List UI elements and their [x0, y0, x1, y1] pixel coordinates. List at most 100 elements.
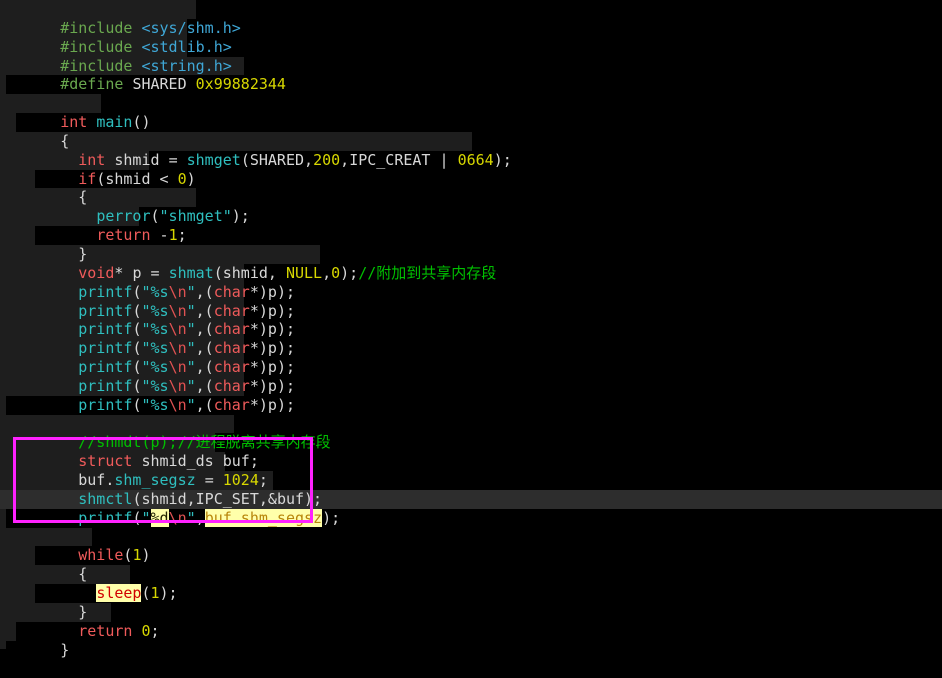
token-keyword: char: [213, 376, 250, 395]
line-text: return 0;: [54, 622, 159, 641]
line-text: if(shmid < 0): [54, 170, 195, 189]
line-text: while(1): [54, 546, 150, 565]
token-number: 0664: [457, 150, 494, 169]
token-punctuation: );: [493, 150, 512, 169]
token-preprocessor: #include: [60, 18, 133, 37]
token-keyword: char: [213, 320, 250, 339]
line-text: struct shmid_ds buf;: [54, 452, 259, 471]
line-text: {: [54, 565, 87, 584]
token-keyword: while: [78, 546, 124, 565]
code-line[interactable]: int shmid = shmget(SHARED,200,IPC_CREAT …: [0, 131, 942, 169]
line-text: printf("%s\n",(char*)p);: [54, 320, 295, 339]
token-punctuation: );: [304, 489, 323, 508]
code-line[interactable]: int main(): [0, 94, 942, 131]
token-identifier: buf: [276, 489, 305, 508]
token-operator: *: [249, 395, 259, 414]
code-line[interactable]: void* p = shmat(shmid, NULL,0);//附加到共享内存…: [0, 244, 942, 282]
token-comment: //shmdt(p);//进程脱离共享内存段: [78, 433, 331, 452]
search-match-function: sleep: [96, 584, 142, 603]
code-line[interactable]: //shmdt(p);//进程脱离共享内存段: [0, 414, 942, 451]
line-text: int shmid = shmget(SHARED,200,IPC_CREAT …: [54, 151, 512, 170]
code-lines-container[interactable]: #include <sys/shm.h> #include <stdlib.h>…: [0, 0, 942, 659]
token-number: 1: [150, 584, 160, 603]
token-punctuation: );: [276, 358, 295, 377]
line-background: [0, 131, 472, 151]
token-punctuation: ): [258, 358, 268, 377]
token-number: 0x99882344: [195, 75, 286, 94]
token-punctuation: ;: [177, 226, 187, 245]
line-background: [0, 94, 101, 114]
token-identifier: shmid: [114, 150, 160, 169]
token-punctuation: ): [258, 282, 268, 301]
token-keyword: int: [60, 113, 88, 132]
code-line[interactable]: #include <sys/shm.h>: [0, 0, 942, 37]
code-editor[interactable]: #include <sys/shm.h> #include <stdlib.h>…: [0, 0, 942, 659]
code-line[interactable]: return 0;: [0, 603, 942, 640]
line-text: sleep(1);: [54, 584, 178, 603]
token-escape: \n: [168, 301, 187, 320]
token-string: "%s\n": [141, 301, 196, 320]
token-punctuation: ,(: [195, 376, 214, 395]
token-punctuation: ,&: [258, 489, 277, 508]
line-text: [54, 415, 69, 434]
token-number: 1: [168, 226, 178, 245]
token-punctuation: ,(: [195, 358, 214, 377]
line-text: #include <stdlib.h>: [54, 38, 232, 57]
token-punctuation: ): [258, 339, 268, 358]
token-function: shmget: [186, 150, 241, 169]
token-identifier: p: [267, 339, 277, 358]
token-operator: =: [150, 263, 160, 282]
token-brace: }: [78, 244, 88, 263]
line-background: [0, 395, 6, 415]
token-punctuation: );: [276, 395, 295, 414]
line-text: }: [54, 603, 87, 622]
token-string: "%d\n": [141, 508, 196, 527]
token-header: <string.h>: [141, 56, 232, 75]
token-punctuation: ): [186, 169, 196, 188]
token-punctuation: (: [141, 584, 151, 603]
token-punctuation: (): [132, 113, 151, 132]
line-background: [0, 169, 35, 189]
token-function: printf: [78, 282, 133, 301]
token-keyword: struct: [78, 452, 133, 471]
line-text: [54, 528, 69, 547]
line-text: printf("%s\n",(char*)p);: [54, 302, 295, 321]
token-string: "shmget": [159, 207, 232, 226]
line-text: printf("%s\n",(char*)p);: [54, 396, 295, 415]
token-operator: *: [249, 320, 259, 339]
token-punctuation: );: [276, 339, 295, 358]
token-number: 1024: [222, 471, 259, 490]
token-keyword: return: [78, 621, 133, 640]
token-punctuation: ,: [322, 263, 332, 282]
token-operator: <: [159, 169, 169, 188]
line-text: perror("shmget");: [54, 207, 250, 226]
line-text: }: [54, 641, 69, 660]
search-match-format: %d: [150, 508, 169, 527]
token-operator: *: [249, 376, 259, 395]
search-match-identifier: buf.shm_segsz: [204, 508, 323, 527]
token-identifier: p: [132, 263, 142, 282]
token-identifier: shmid: [141, 489, 187, 508]
line-background: [0, 113, 16, 132]
token-brace: {: [78, 188, 88, 207]
token-escape: \n: [168, 376, 187, 395]
token-function: printf: [78, 508, 133, 527]
token-punctuation: ;: [258, 471, 268, 490]
token-macro-name: SHARED: [132, 75, 187, 94]
token-operator: *: [249, 358, 259, 377]
token-punctuation: );: [159, 584, 178, 603]
token-punctuation: );: [231, 207, 250, 226]
token-preprocessor: #include: [60, 56, 133, 75]
token-string: "%s\n": [141, 395, 196, 414]
line-background: [0, 414, 234, 434]
token-punctuation: );: [276, 376, 295, 395]
code-line[interactable]: while(1): [0, 527, 942, 564]
line-text: }: [54, 245, 87, 264]
token-function: shmctl: [78, 489, 133, 508]
code-line[interactable]: perror("shmget");: [0, 188, 942, 225]
line-background: [0, 188, 196, 208]
line-background: [0, 621, 16, 641]
token-identifier: p: [267, 282, 277, 301]
code-line[interactable]: sleep(1);: [0, 565, 942, 603]
line-background: [0, 584, 35, 603]
